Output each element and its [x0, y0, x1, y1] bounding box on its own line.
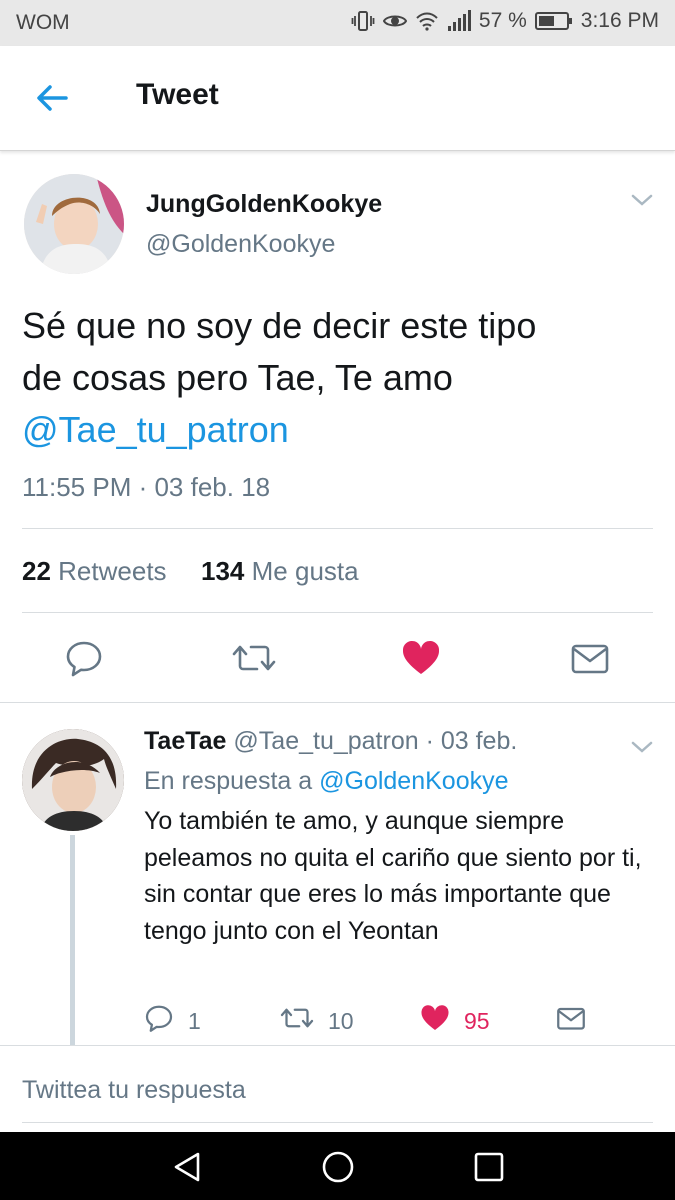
tweet-actions [0, 638, 675, 702]
in-reply-handle-link[interactable]: @GoldenKookye [319, 767, 508, 795]
reply-like-button[interactable]: 95 [420, 1003, 490, 1039]
reply-handle-date[interactable]: @Tae_tu_patron · 03 feb. [233, 727, 517, 755]
battery-percent: 57 % [478, 9, 527, 32]
reply-icon [64, 641, 104, 682]
mention-link[interactable]: @Tae_tu_patron [22, 404, 652, 456]
avatar[interactable] [24, 174, 124, 274]
more-options-button[interactable] [631, 739, 653, 755]
divider [22, 612, 653, 613]
display-name[interactable]: JungGoldenKookye [146, 190, 382, 219]
reply-header: TaeTae @Tae_tu_patron · 03 feb. [144, 727, 517, 756]
eye-icon [382, 9, 407, 33]
reply-input[interactable]: Twittea tu respuesta [22, 1046, 653, 1123]
in-reply-to: En respuesta a @GoldenKookye [144, 767, 509, 796]
likes-label[interactable]: Me gusta [252, 556, 359, 586]
avatar[interactable] [22, 729, 124, 831]
reply-reply-button[interactable]: 1 [144, 1003, 201, 1039]
vibrate-icon [351, 9, 375, 33]
chevron-down-icon [631, 741, 653, 759]
reply-text: Yo también te amo, y aunque siempre pele… [144, 807, 642, 945]
reply-tweet[interactable]: TaeTae @Tae_tu_patron · 03 feb. En respu… [0, 703, 675, 1045]
reply-button[interactable] [64, 638, 104, 678]
chevron-down-icon [631, 194, 653, 212]
timestamp: 11:55 PM · 03 feb. 18 [22, 472, 271, 502]
wifi-icon [415, 9, 439, 33]
like-count: 95 [464, 1007, 490, 1034]
retweets-label[interactable]: Retweets [58, 556, 166, 586]
in-reply-prefix: En respuesta a [144, 767, 313, 795]
heart-icon [420, 1003, 450, 1039]
reply-actions: 1 10 95 [144, 1003, 644, 1039]
envelope-icon [556, 1003, 586, 1039]
triangle-back-icon [170, 1152, 204, 1188]
user-handle[interactable]: @GoldenKookye [146, 230, 335, 259]
reply-count: 1 [188, 1007, 201, 1034]
status-icons: 57 % 3:16 PM [351, 9, 659, 33]
page-title: Tweet [136, 78, 219, 111]
reply-icon [144, 1003, 174, 1039]
reply-dm-button[interactable] [556, 1003, 586, 1039]
circle-home-icon [321, 1151, 355, 1188]
nav-back-button[interactable] [170, 1150, 204, 1184]
retweet-count: 10 [328, 1007, 354, 1034]
nav-recents-button[interactable] [472, 1150, 506, 1184]
heart-icon [401, 640, 441, 682]
likes-count[interactable]: 134 [201, 556, 244, 586]
status-bar: WOM 57 % 3:16 PM [0, 0, 675, 46]
nav-home-button[interactable] [321, 1150, 355, 1184]
retweets-count[interactable]: 22 [22, 556, 51, 586]
square-recents-icon [472, 1152, 506, 1188]
compose-bar: Twittea tu respuesta [0, 1045, 675, 1133]
retweet-button[interactable] [232, 638, 276, 678]
signal-icon [447, 10, 471, 32]
thread-line [70, 835, 75, 1045]
reply-display-name[interactable]: TaeTae [144, 727, 226, 755]
carrier-label: WOM [16, 11, 70, 34]
tweet-text-line: de cosas pero Tae, Te amo [22, 357, 453, 398]
reply-retweet-button[interactable]: 10 [280, 1003, 354, 1039]
back-button[interactable] [30, 76, 74, 120]
retweet-icon [232, 645, 276, 682]
tweet-stats: 22 Retweets 134 Me gusta [22, 556, 359, 587]
clock: 3:16 PM [580, 9, 659, 32]
battery-icon [534, 11, 573, 31]
app-bar: Tweet [0, 46, 675, 151]
tweet-text: Sé que no soy de decir este tipo de cosa… [22, 300, 652, 456]
direct-message-button[interactable] [570, 638, 610, 678]
divider [22, 528, 653, 529]
retweet-icon [280, 1003, 314, 1039]
tweet-text-line: Sé que no soy de decir este tipo [22, 305, 537, 346]
like-button[interactable] [401, 638, 441, 678]
envelope-icon [570, 644, 610, 682]
system-nav-bar [0, 1132, 675, 1200]
more-options-button[interactable] [631, 192, 653, 208]
arrow-left-icon [30, 85, 74, 124]
